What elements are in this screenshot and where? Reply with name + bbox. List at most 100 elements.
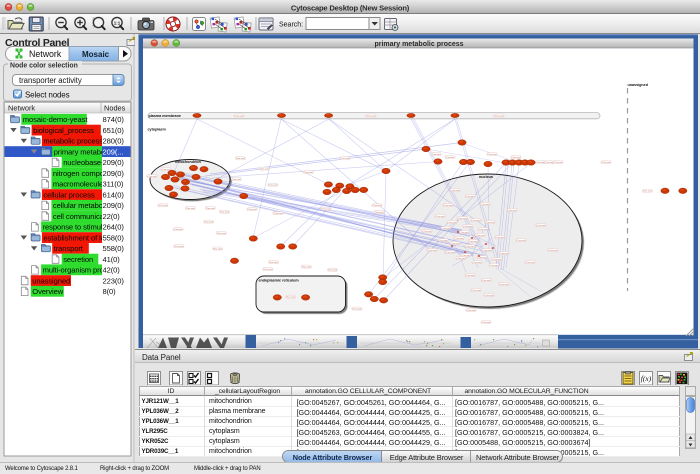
svg-text:(Yxx xxx): (Yxx xxx) bbox=[352, 308, 361, 310]
svg-text:(Yxx xxx): (Yxx xxx) bbox=[462, 255, 471, 257]
svg-text:614(0): 614(0) bbox=[103, 190, 125, 199]
svg-text:metabolic process: metabolic process bbox=[43, 137, 103, 146]
svg-text:(Yxx xxx): (Yxx xxx) bbox=[235, 115, 244, 117]
svg-text:558(0): 558(0) bbox=[103, 244, 125, 253]
svg-text:(Yxx xxx): (Yxx xxx) bbox=[428, 250, 437, 252]
svg-text:cellular metabol: cellular metabol bbox=[53, 201, 105, 210]
svg-text:Select nodes: Select nodes bbox=[25, 90, 70, 99]
svg-text:(Yxx xxx): (Yxx xxx) bbox=[549, 250, 558, 252]
svg-text:(Yxx xxx): (Yxx xxx) bbox=[446, 157, 455, 159]
svg-text:(Yxx xxx): (Yxx xxx) bbox=[442, 228, 451, 230]
svg-text:(Yxx xxx): (Yxx xxx) bbox=[493, 259, 502, 261]
svg-text:unassigned: unassigned bbox=[628, 83, 649, 87]
svg-text:(Yxx xxx): (Yxx xxx) bbox=[286, 297, 295, 299]
svg-text:(Yxx xxx): (Yxx xxx) bbox=[483, 250, 492, 252]
svg-text:(Yxx xxx): (Yxx xxx) bbox=[439, 240, 448, 242]
svg-text:(Yxx xxx): (Yxx xxx) bbox=[248, 209, 257, 211]
svg-text:f(x): f(x) bbox=[641, 374, 652, 383]
svg-text:(Yxx xxx): (Yxx xxx) bbox=[322, 209, 331, 211]
svg-text:(Yxx xxx): (Yxx xxx) bbox=[204, 221, 213, 223]
svg-text:(Yxx xxx): (Yxx xxx) bbox=[460, 232, 469, 234]
svg-text:209(0): 209(0) bbox=[103, 201, 125, 210]
svg-text:(Yxx xxx): (Yxx xxx) bbox=[482, 280, 491, 282]
svg-text:Mosaic: Mosaic bbox=[82, 50, 110, 59]
svg-text:nitrogen compo: nitrogen compo bbox=[53, 169, 104, 178]
svg-text:mosaic-demo-yeast: mosaic-demo-yeast bbox=[23, 115, 89, 124]
svg-text:(Yxx xxx): (Yxx xxx) bbox=[206, 208, 215, 210]
svg-text:(Yxx xxx): (Yxx xxx) bbox=[508, 210, 517, 212]
svg-text:(Yxx xxx): (Yxx xxx) bbox=[466, 196, 475, 198]
svg-text:Search:: Search: bbox=[279, 22, 303, 29]
svg-text:874(0): 874(0) bbox=[103, 115, 125, 124]
svg-text:(Yxx xxx): (Yxx xxx) bbox=[482, 322, 491, 324]
svg-text:(Yxx xxx): (Yxx xxx) bbox=[490, 265, 499, 267]
svg-text:(Yxx xxx): (Yxx xxx) bbox=[486, 222, 495, 224]
svg-text:223(0): 223(0) bbox=[103, 276, 125, 285]
svg-text:1:1: 1:1 bbox=[114, 21, 121, 26]
svg-text:macromolecule: macromolecule bbox=[53, 180, 103, 189]
svg-text:(Yxx xxx): (Yxx xxx) bbox=[602, 162, 611, 164]
svg-text:(Yxx xxx): (Yxx xxx) bbox=[643, 191, 652, 193]
svg-text:(Yxx xxx): (Yxx xxx) bbox=[488, 154, 497, 156]
svg-text:(Yxx xxx): (Yxx xxx) bbox=[174, 246, 183, 248]
svg-text:209(...: 209(... bbox=[103, 147, 124, 156]
svg-text:(Yxx xxx): (Yxx xxx) bbox=[472, 220, 481, 222]
svg-text:(Yxx xxx): (Yxx xxx) bbox=[473, 262, 482, 264]
svg-text:(Yxx xxx): (Yxx xxx) bbox=[476, 235, 485, 237]
svg-text:(Yxx xxx): (Yxx xxx) bbox=[448, 222, 457, 224]
svg-text:558(0): 558(0) bbox=[103, 233, 125, 242]
svg-text:(Yxx xxx): (Yxx xxx) bbox=[512, 157, 521, 159]
svg-text:(Yxx xxx): (Yxx xxx) bbox=[328, 270, 337, 272]
svg-text:(Yxx xxx): (Yxx xxx) bbox=[481, 204, 490, 206]
svg-text:42(0): 42(0) bbox=[103, 266, 121, 275]
svg-text:(Yxx xxx): (Yxx xxx) bbox=[485, 295, 494, 297]
svg-text:(Yxx xxx): (Yxx xxx) bbox=[478, 257, 487, 259]
svg-text:(Yxx xxx): (Yxx xxx) bbox=[466, 246, 475, 248]
svg-text:(Yxx xxx): (Yxx xxx) bbox=[526, 262, 535, 264]
svg-text:(Yxx xxx): (Yxx xxx) bbox=[472, 290, 481, 292]
svg-text:(Yxx xxx): (Yxx xxx) bbox=[496, 237, 505, 239]
svg-text:Nodes: Nodes bbox=[104, 103, 126, 112]
svg-text:(Yxx xxx): (Yxx xxx) bbox=[220, 212, 229, 214]
svg-text:(Yxx xxx): (Yxx xxx) bbox=[423, 231, 432, 233]
svg-text:Overview: Overview bbox=[32, 287, 63, 296]
svg-text:(Yxx xxx): (Yxx xxx) bbox=[432, 154, 441, 156]
svg-text:biological_process: biological_process bbox=[33, 126, 94, 135]
svg-text:8(0): 8(0) bbox=[103, 287, 117, 296]
svg-text:(Yxx xxx): (Yxx xxx) bbox=[268, 185, 277, 187]
svg-text:plasma membrane: plasma membrane bbox=[149, 114, 181, 118]
svg-text:(Yxx xxx): (Yxx xxx) bbox=[158, 205, 167, 207]
svg-text:41(0): 41(0) bbox=[103, 255, 121, 264]
svg-text:(Yxx xxx): (Yxx xxx) bbox=[455, 238, 464, 240]
svg-text:unassigned: unassigned bbox=[32, 276, 70, 285]
svg-text:(Yxx xxx): (Yxx xxx) bbox=[375, 212, 384, 214]
svg-text:cytoplasm: cytoplasm bbox=[148, 127, 167, 131]
svg-text:(Yxx xxx): (Yxx xxx) bbox=[458, 218, 467, 220]
svg-text:establishment of lo: establishment of lo bbox=[43, 233, 104, 242]
svg-text:(Yxx xxx): (Yxx xxx) bbox=[457, 258, 466, 260]
svg-text:nucleus: nucleus bbox=[479, 175, 493, 179]
svg-text:cellular process: cellular process bbox=[43, 190, 94, 199]
svg-text:(Yxx xxx): (Yxx xxx) bbox=[304, 172, 313, 174]
svg-text:(Yxx xxx): (Yxx xxx) bbox=[545, 162, 554, 164]
svg-text:(Yxx xxx): (Yxx xxx) bbox=[436, 216, 445, 218]
svg-text:264(0): 264(0) bbox=[103, 223, 125, 232]
svg-text:Node color selection: Node color selection bbox=[10, 63, 78, 70]
svg-text:(Yxx xxx): (Yxx xxx) bbox=[467, 310, 476, 312]
svg-text:Network: Network bbox=[29, 49, 62, 59]
svg-text:(Yxx xxx): (Yxx xxx) bbox=[464, 226, 473, 228]
svg-text:22(0): 22(0) bbox=[103, 212, 121, 221]
svg-text:endoplasmic reticulum: endoplasmic reticulum bbox=[259, 278, 300, 282]
svg-text:311(0): 311(0) bbox=[103, 180, 124, 189]
svg-text:(Yxx xxx): (Yxx xxx) bbox=[517, 240, 526, 242]
svg-text:(Yxx xxx): (Yxx xxx) bbox=[148, 176, 157, 178]
svg-text:mitochondrion: mitochondrion bbox=[175, 160, 202, 164]
svg-text:(Yxx xxx): (Yxx xxx) bbox=[537, 225, 546, 227]
svg-text:(Yxx xxx): (Yxx xxx) bbox=[213, 248, 222, 250]
svg-text:cell communicat: cell communicat bbox=[53, 212, 107, 221]
svg-text:209(0): 209(0) bbox=[103, 158, 125, 167]
svg-text:Network: Network bbox=[8, 103, 35, 112]
svg-text:(Yxx xxx): (Yxx xxx) bbox=[495, 115, 504, 117]
svg-text:(Yxx xxx): (Yxx xxx) bbox=[500, 253, 509, 255]
svg-text:(Yxx xxx): (Yxx xxx) bbox=[469, 241, 478, 243]
